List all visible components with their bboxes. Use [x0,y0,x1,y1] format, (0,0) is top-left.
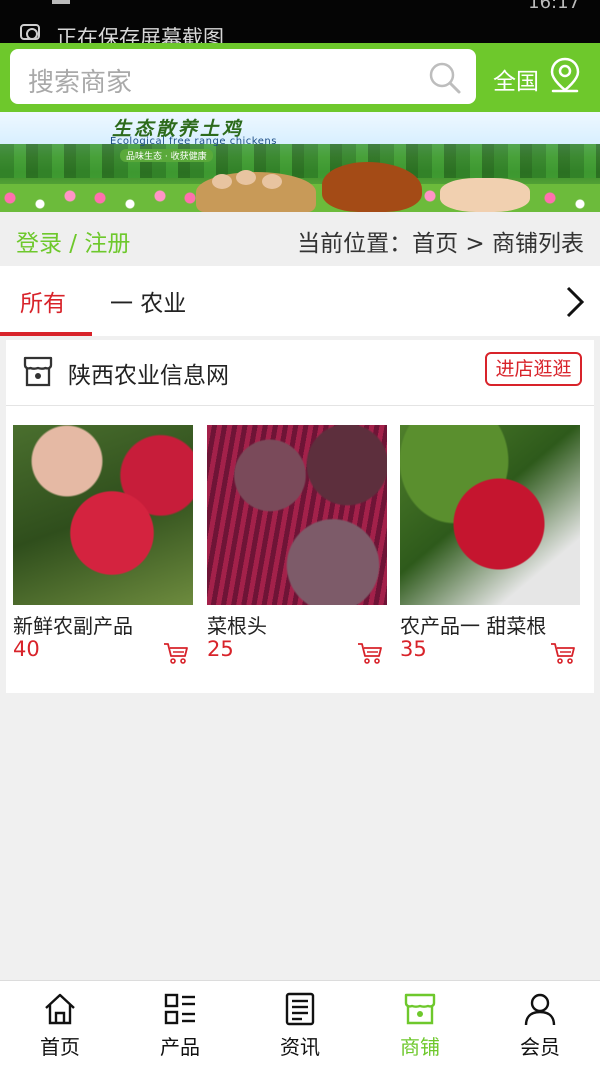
nav-news-label: 资讯 [280,1035,320,1059]
product-image[interactable] [13,425,193,605]
status-time: 16:17 [528,0,580,13]
chevron-right-icon[interactable] [562,284,588,320]
product-image[interactable] [207,425,387,605]
product-price: 35 [400,637,427,661]
banner-slogan: 品味生态 · 收获健康 [120,149,213,162]
login-register-link[interactable]: 登录 / 注册 [16,224,130,258]
shop-name: 陕西农业信息网 [68,363,229,389]
banner-trees [0,144,600,178]
tab-active-indicator [0,332,92,336]
nav-home[interactable]: 首页 [0,981,120,1067]
notification-icon [52,0,70,4]
location-pin-icon [550,57,580,93]
bottom-nav: 首页 产品 资讯 商铺 会员 [0,980,600,1067]
region-label: 全国 [493,69,539,95]
user-icon [524,993,556,1026]
egg-image [212,174,232,189]
hen-image [322,162,422,212]
grid-icon [164,993,195,1025]
shop-header: 陕西农业信息网 进店逛逛 [6,340,594,406]
product-name[interactable]: 农产品一 甜菜根 [400,610,546,639]
egg-image [262,174,282,189]
news-icon [285,992,315,1026]
search-input[interactable]: 搜索商家 [10,49,476,104]
breadcrumb-bar: 登录 / 注册 当前位置：首页 > 商铺列表 [0,212,600,266]
nav-products-label: 产品 [160,1035,200,1059]
nav-home-label: 首页 [40,1035,80,1059]
category-tabs: 所有 一 农业 [0,266,600,336]
region-selector[interactable]: 全国 [493,57,593,97]
cart-icon[interactable] [163,641,189,665]
tab-agriculture[interactable]: 一 农业 [110,284,186,318]
store-icon [404,993,436,1025]
shop-card: 陕西农业信息网 进店逛逛 新鲜农副产品 40 菜根头 25 农产品一 甜菜根 3… [6,340,594,693]
search-icon[interactable] [428,61,462,95]
tab-all-label: 所有 [20,291,66,317]
product-name[interactable]: 新鲜农副产品 [13,610,133,639]
nav-news[interactable]: 资讯 [240,981,360,1067]
nav-shops-label: 商铺 [400,1035,440,1059]
search-placeholder: 搜索商家 [28,68,133,98]
breadcrumb: 当前位置：首页 > 商铺列表 [297,231,584,257]
product-price: 40 [13,637,40,661]
nav-member[interactable]: 会员 [480,981,600,1067]
chicken-meat-image [440,178,530,212]
banner-subtitle: Ecological free range chickens [110,136,277,147]
egg-image [236,170,256,185]
nav-member-label: 会员 [520,1035,560,1059]
product-price: 25 [207,637,234,661]
screenshot-icon [20,24,40,40]
tab-all[interactable]: 所有 [0,266,92,336]
product-name[interactable]: 菜根头 [207,610,267,639]
store-icon [23,356,53,387]
product-image[interactable] [400,425,580,605]
home-icon [45,993,75,1025]
nav-shops[interactable]: 商铺 [360,981,480,1067]
promo-banner[interactable]: 生态散养土鸡 Ecological free range chickens 品味… [0,112,600,212]
nav-products[interactable]: 产品 [120,981,240,1067]
cart-icon[interactable] [550,641,576,665]
cart-icon[interactable] [357,641,383,665]
visit-shop-button[interactable]: 进店逛逛 [485,352,582,386]
top-bar: 搜索商家 全国 [0,43,600,112]
status-bar: 正在保存屏幕截图 16:17 [0,0,600,46]
